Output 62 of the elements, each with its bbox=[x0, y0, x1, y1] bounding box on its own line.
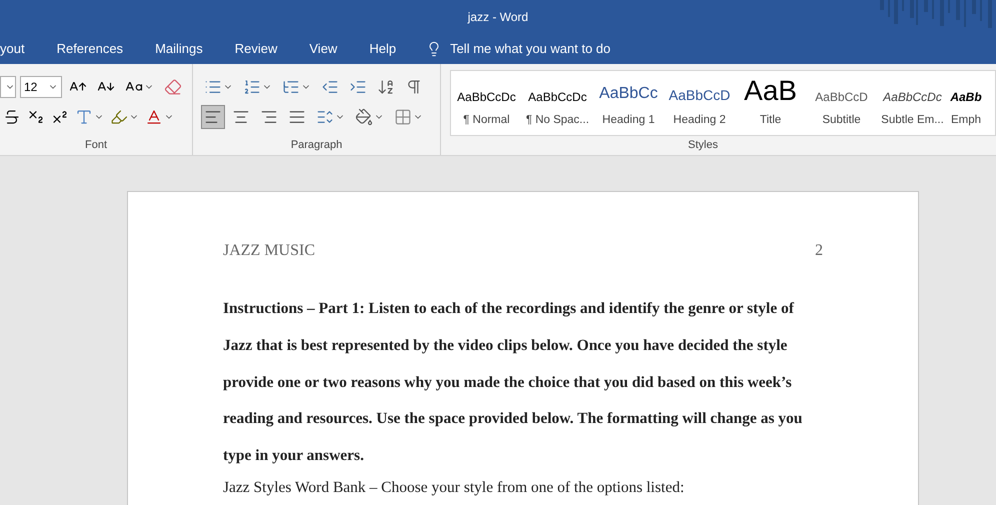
font-size-dropdown[interactable]: 12 bbox=[20, 76, 62, 98]
increase-indent-icon bbox=[349, 78, 367, 96]
style-item[interactable]: AaBbCc Heading 1 bbox=[593, 71, 664, 135]
style-item[interactable]: AaBb Emph bbox=[948, 71, 984, 135]
align-button[interactable] bbox=[201, 105, 225, 129]
style-label: Emph bbox=[950, 112, 982, 128]
align-justify-icon bbox=[288, 108, 306, 126]
ribbon-tab[interactable]: References bbox=[40, 33, 140, 64]
group-label: Styles bbox=[688, 138, 718, 152]
ribbon-tab[interactable]: View bbox=[293, 33, 354, 64]
style-label: Subtitle bbox=[822, 112, 861, 128]
style-label: ¶ Normal bbox=[463, 112, 510, 128]
style-item[interactable]: AaBbCcDc ¶ Normal bbox=[451, 71, 522, 135]
align-right-icon bbox=[260, 108, 278, 126]
ribbon-tab[interactable]: yout bbox=[0, 33, 41, 64]
text-effects-icon bbox=[75, 108, 93, 126]
sort-icon bbox=[377, 78, 395, 96]
eraser-icon bbox=[164, 78, 182, 96]
style-sample: AaBbCcD bbox=[668, 86, 730, 105]
ribbon-tab[interactable]: Help bbox=[353, 33, 412, 64]
style-sample: AaBbCcD bbox=[815, 88, 868, 106]
style-item[interactable]: AaBbCcD Subtitle bbox=[806, 71, 877, 135]
ribbon-tab[interactable]: Review bbox=[218, 33, 294, 64]
style-sample: AaBb bbox=[950, 88, 982, 106]
align-left-icon bbox=[204, 108, 222, 126]
style-item[interactable]: AaBbCcDc ¶ No Spac... bbox=[522, 71, 593, 135]
style-item[interactable]: AaBbCcD Heading 2 bbox=[664, 71, 735, 135]
document-paragraph: Jazz Styles Word Bank – Choose your style from one of the options listed: bbox=[223, 478, 686, 498]
window-title: jazz - Word bbox=[468, 8, 528, 26]
style-label: Heading 2 bbox=[673, 112, 726, 128]
font-size-value: 12 bbox=[24, 79, 38, 96]
decrease-indent-icon bbox=[321, 78, 339, 96]
style-label: Title bbox=[760, 112, 782, 128]
style-sample: AaBbCcDc bbox=[883, 88, 942, 106]
style-sample: AaBbCc bbox=[599, 84, 658, 104]
style-item[interactable]: AaB Title bbox=[735, 71, 806, 135]
numbered-list-icon bbox=[243, 78, 261, 96]
tell-me-field[interactable]: Tell me what you want to do bbox=[426, 38, 650, 58]
superscript-icon bbox=[51, 108, 69, 126]
style-label: Subtle Em... bbox=[881, 112, 944, 128]
line-spacing-icon bbox=[316, 108, 334, 126]
multilevel-list-icon bbox=[282, 78, 300, 96]
ribbon-tab[interactable]: Mailings bbox=[139, 33, 219, 64]
style-sample: AaBbCcDc bbox=[528, 88, 587, 106]
group-label: Paragraph bbox=[290, 138, 342, 152]
style-item[interactable]: AaBbCcDc Subtle Em... bbox=[877, 71, 948, 135]
page-header: JAZZ MUSIC bbox=[223, 241, 316, 261]
borders-icon bbox=[394, 108, 412, 126]
align-center-icon bbox=[232, 108, 250, 126]
style-sample: AaB bbox=[744, 76, 797, 106]
paint-bucket-icon bbox=[355, 108, 373, 126]
bullet-list-icon bbox=[204, 78, 222, 96]
document-paragraph: Instructions – Part 1: Listen to each of the recordings and identify the genre or style of Jazz that is best represented by the video clips below. Once you have decided the style provide one or two reasons why you made the choice that you did based on this week’s reading and resources. Use the space provided below. The formatting will change as you type in your answers. bbox=[223, 299, 804, 466]
strikethrough-icon bbox=[3, 108, 21, 126]
group-label: Font bbox=[84, 138, 107, 152]
page-number: 2 bbox=[815, 241, 823, 261]
style-label: ¶ No Spac... bbox=[526, 112, 590, 128]
highlighter-icon bbox=[110, 108, 128, 126]
style-label: Heading 1 bbox=[602, 112, 655, 128]
subscript-icon bbox=[27, 108, 45, 126]
font-color-icon bbox=[145, 108, 163, 126]
style-sample: AaBbCcDc bbox=[457, 88, 516, 106]
